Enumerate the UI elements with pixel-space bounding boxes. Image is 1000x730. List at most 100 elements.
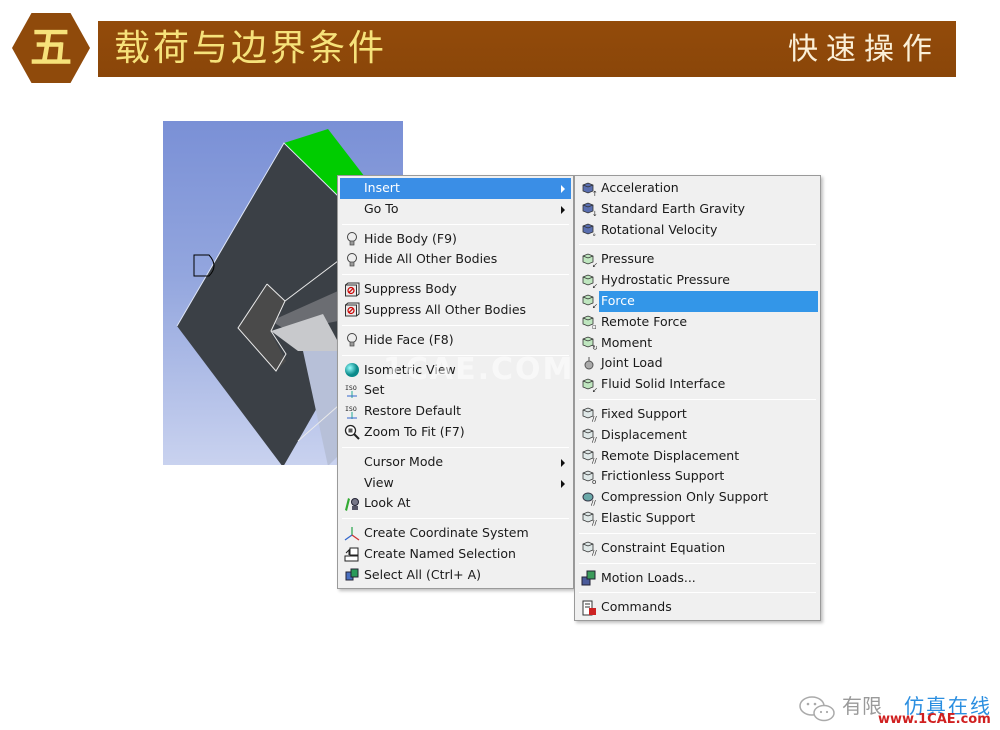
- svg-text:↻: ↻: [592, 344, 597, 351]
- menu-item-hide-all-other-bodies[interactable]: Hide All Other Bodies: [340, 249, 571, 270]
- menu-item-restore-default[interactable]: ISO Restore Default: [340, 401, 571, 422]
- menu-item-label: Restore Default: [364, 403, 462, 419]
- svg-text:ISO: ISO: [345, 405, 357, 413]
- menu-item-label: Create Named Selection: [364, 545, 516, 561]
- svg-text:∘: ∘: [592, 231, 596, 238]
- submenu-item-acceleration[interactable]: ↑ Acceleration: [577, 178, 818, 199]
- frictionless-support-icon: o: [580, 468, 597, 485]
- submenu-item-constraint-equation[interactable]: // Constraint Equation: [577, 538, 818, 559]
- rotational-velocity-icon: ∘: [580, 222, 597, 239]
- menu-item-label: Suppress Body: [364, 281, 457, 297]
- submenu-item-fixed-support[interactable]: // Fixed Support: [577, 404, 818, 425]
- commands-icon: [580, 599, 597, 616]
- title-banner: 载荷与边界条件 快速操作: [98, 21, 956, 77]
- sphere-icon: [343, 362, 360, 379]
- submenu-arrow-icon: [561, 205, 565, 214]
- page-subtitle: 快速操作: [788, 32, 940, 67]
- submenu-arrow-icon: [561, 479, 565, 488]
- menu-item-label: Hydrostatic Pressure: [601, 272, 730, 288]
- submenu-item-elastic-support[interactable]: // Elastic Support: [577, 508, 818, 529]
- menu-separator: [342, 324, 569, 326]
- menu-item-label: Zoom To Fit (F7): [364, 423, 465, 439]
- svg-text:o: o: [592, 478, 596, 485]
- svg-text://: //: [591, 499, 596, 506]
- menu-item-label: Rotational Velocity: [601, 221, 718, 237]
- page-title: 载荷与边界条件: [114, 28, 388, 69]
- footer-brand-gray: 有限: [842, 694, 882, 718]
- menu-item-zoom-to-fit-f7[interactable]: Zoom To Fit (F7): [340, 422, 571, 443]
- menu-item-look-at[interactable]: Look At: [340, 493, 571, 514]
- menu-item-insert[interactable]: Insert: [340, 178, 571, 199]
- submenu-item-force[interactable]: ↙ Force: [582, 290, 818, 312]
- menu-item-label: Hide Body (F9): [364, 230, 457, 246]
- menu-item-hide-face-f8[interactable]: Hide Face (F8): [340, 330, 571, 351]
- menu-separator: [342, 446, 569, 448]
- submenu-item-hydrostatic-pressure[interactable]: ↙ Hydrostatic Pressure: [577, 270, 818, 291]
- menu-separator: [579, 592, 816, 594]
- menu-item-label: Commands: [601, 599, 672, 615]
- submenu-item-pressure[interactable]: ↙ Pressure: [577, 249, 818, 270]
- lightbulb-icon: [343, 231, 360, 248]
- fluid-solid-interface-icon: ↙: [580, 376, 597, 393]
- submenu-item-fluid-solid-interface[interactable]: ↙ Fluid Solid Interface: [577, 374, 818, 395]
- fixed-support-icon: //: [580, 406, 597, 423]
- menu-item-isometric-view[interactable]: Isometric View: [340, 360, 571, 381]
- wechat-icon: [799, 696, 835, 722]
- svg-text:↙: ↙: [592, 282, 597, 289]
- menu-separator: [579, 532, 816, 534]
- iso-restore-icon: ISO: [343, 403, 360, 420]
- menu-item-view[interactable]: View: [340, 473, 571, 494]
- submenu-item-compression-only-support[interactable]: // Compression Only Support: [577, 487, 818, 508]
- section-number-badge: 五: [12, 13, 90, 83]
- submenu-item-motion-loads[interactable]: Motion Loads...: [577, 568, 818, 589]
- submenu-item-remote-force[interactable]: ▫ Remote Force: [577, 312, 818, 333]
- coordinate-system-icon: [343, 525, 360, 542]
- submenu-item-remote-displacement[interactable]: // Remote Displacement: [577, 446, 818, 467]
- menu-item-create-named-selection[interactable]: Create Named Selection: [340, 544, 571, 565]
- svg-text:↑: ↑: [592, 190, 597, 197]
- menu-separator: [342, 274, 569, 276]
- menu-item-hide-body-f9[interactable]: Hide Body (F9): [340, 229, 571, 250]
- submenu-item-standard-earth-gravity[interactable]: ↓ Standard Earth Gravity: [577, 199, 818, 220]
- svg-text:↙: ↙: [592, 302, 597, 309]
- menu-item-cursor-mode[interactable]: Cursor Mode: [340, 452, 571, 473]
- submenu-item-frictionless-support[interactable]: o Frictionless Support: [577, 466, 818, 487]
- menu-item-label: Moment: [601, 334, 653, 350]
- menu-item-label: Set: [364, 382, 385, 398]
- acceleration-icon: ↑: [580, 180, 597, 197]
- submenu-item-displacement[interactable]: // Displacement: [577, 425, 818, 446]
- menu-item-label: Look At: [364, 495, 411, 511]
- motion-loads-icon: [580, 570, 597, 587]
- menu-item-label: Fluid Solid Interface: [601, 376, 726, 392]
- lightbulb-icon: [343, 251, 360, 268]
- menu-separator: [579, 562, 816, 564]
- menu-item-label: View: [364, 474, 394, 490]
- svg-text://: //: [592, 457, 597, 464]
- menu-item-label: Remote Displacement: [601, 447, 740, 463]
- menu-item-select-all-ctrl-a[interactable]: Select All (Ctrl+ A): [340, 565, 571, 586]
- menu-item-label: Hide All Other Bodies: [364, 251, 498, 267]
- menu-item-label: Remote Force: [601, 313, 688, 329]
- look-at-icon: [343, 495, 360, 512]
- submenu-item-commands[interactable]: Commands: [577, 597, 818, 618]
- remote-force-icon: ▫: [580, 314, 597, 331]
- menu-item-set[interactable]: ISO Set: [340, 380, 571, 401]
- submenu-item-rotational-velocity[interactable]: ∘ Rotational Velocity: [577, 220, 818, 241]
- menu-item-label: Frictionless Support: [601, 468, 725, 484]
- menu-item-label: Fixed Support: [601, 405, 687, 421]
- lightbulb-icon: [343, 332, 360, 349]
- menu-separator: [579, 244, 816, 246]
- menu-item-label: Go To: [364, 200, 399, 216]
- pressure-icon: ↙: [580, 251, 597, 268]
- submenu-item-moment[interactable]: ↻ Moment: [577, 333, 818, 354]
- submenu-item-joint-load[interactable]: Joint Load: [577, 353, 818, 374]
- menu-item-suppress-body[interactable]: Suppress Body: [340, 279, 571, 300]
- menu-separator: [342, 354, 569, 356]
- suppress-icon: [343, 281, 360, 298]
- hydrostatic-pressure-icon: ↙: [580, 272, 597, 289]
- menu-item-go-to[interactable]: Go To: [340, 199, 571, 220]
- menu-item-create-coordinate-system[interactable]: Create Coordinate System: [340, 523, 571, 544]
- svg-text://: //: [592, 549, 597, 556]
- named-selection-icon: [343, 546, 360, 563]
- menu-item-suppress-all-other-bodies[interactable]: Suppress All Other Bodies: [340, 300, 571, 321]
